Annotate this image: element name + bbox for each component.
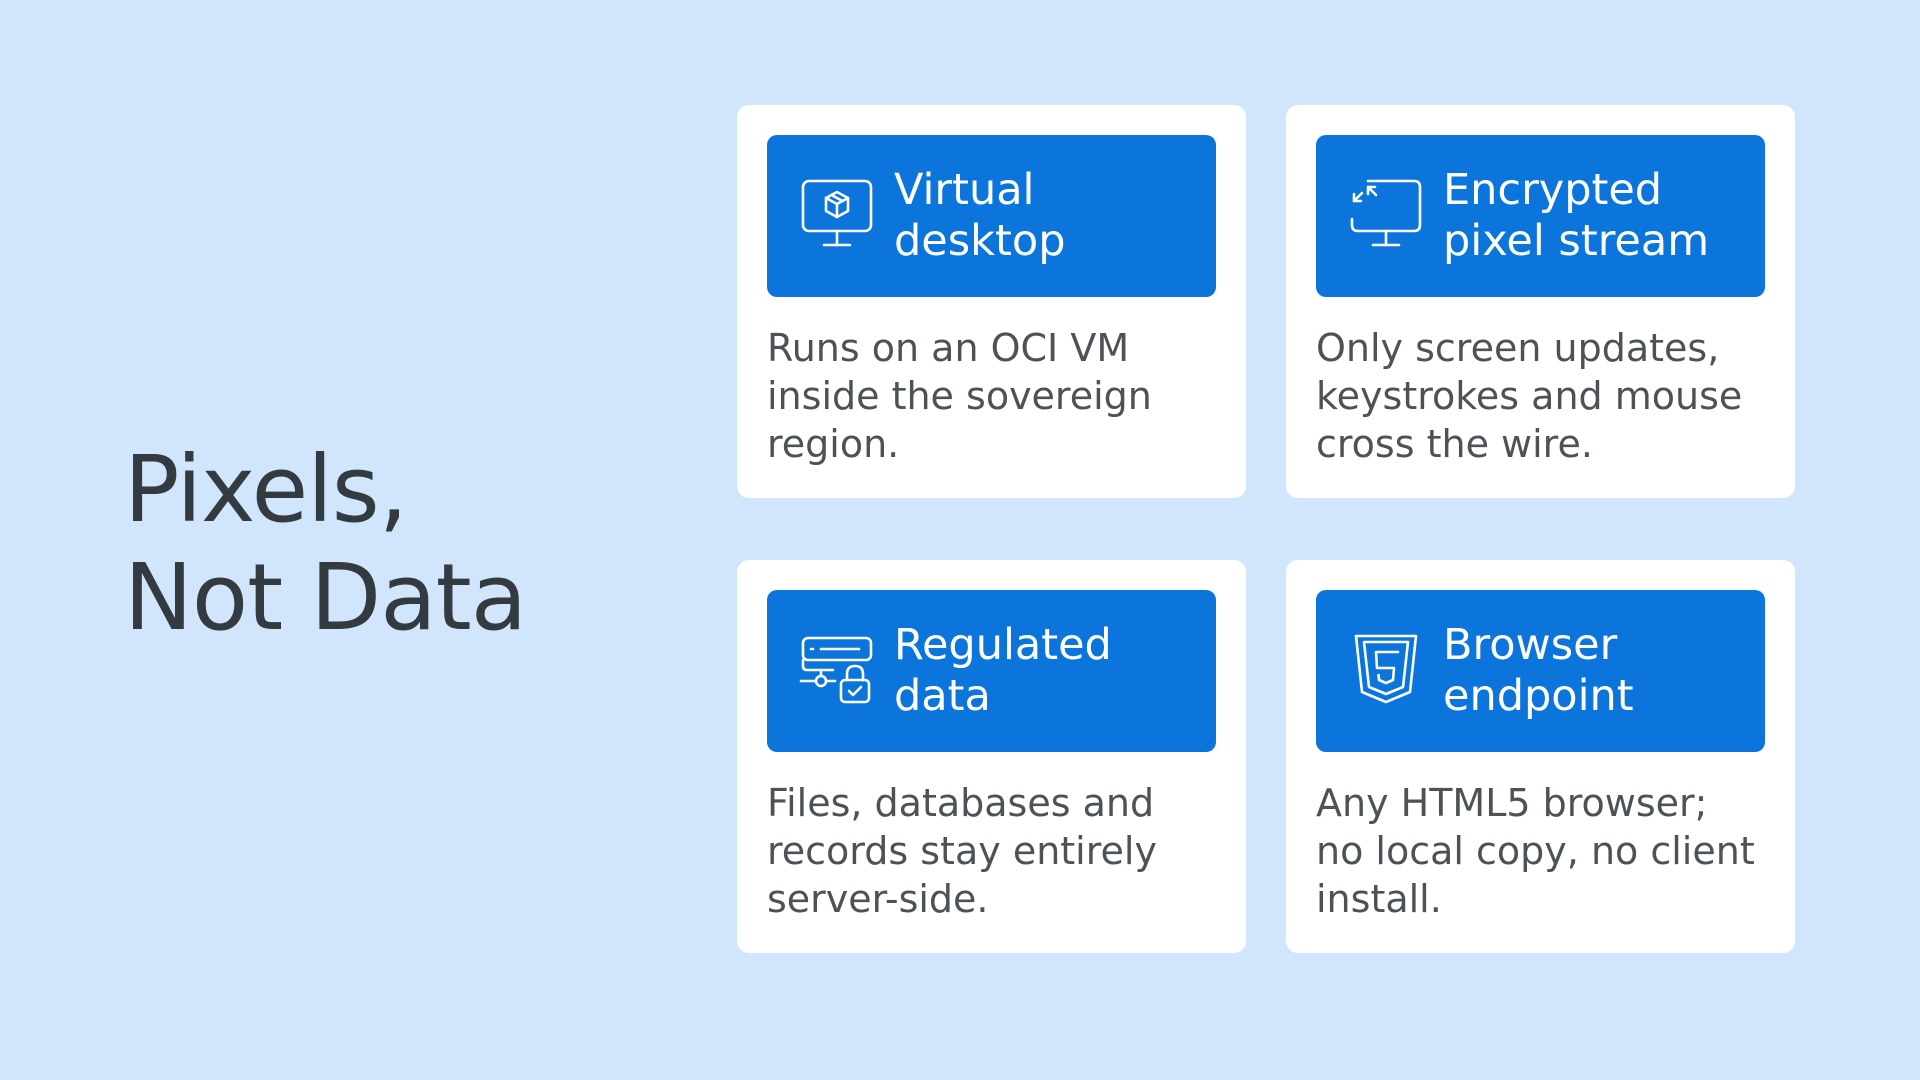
html5-shield-icon xyxy=(1346,630,1426,710)
card-description: Only screen updates, keystrokes and mous… xyxy=(1316,324,1776,468)
card-description-line: Runs on an OCI VM xyxy=(767,326,1130,370)
card-title: Regulated data xyxy=(894,620,1204,722)
card-title: Encrypted pixel stream xyxy=(1443,165,1753,267)
card-header: Browser endpoint xyxy=(1316,590,1765,752)
card-browser-endpoint: Browser endpoint Any HTML5 browser; no l… xyxy=(1286,560,1795,953)
card-header: Encrypted pixel stream xyxy=(1316,135,1765,297)
slide-title-line-1: Pixels, xyxy=(124,436,408,543)
server-lock-icon xyxy=(797,630,877,710)
card-description-line: inside the sovereign xyxy=(767,374,1152,418)
card-title-line: Encrypted xyxy=(1443,165,1663,215)
card-description-line: Any HTML5 browser; xyxy=(1316,781,1708,825)
card-description-line: server-side. xyxy=(767,877,989,921)
slide-title: Pixels, Not Data xyxy=(124,436,527,652)
card-header: Regulated data xyxy=(767,590,1216,752)
card-title-line: data xyxy=(894,671,991,721)
card-description-line: install. xyxy=(1316,877,1442,921)
card-description-line: Only screen updates, xyxy=(1316,326,1720,370)
card-description-line: Files, databases and xyxy=(767,781,1155,825)
card-description-line: no local copy, no client xyxy=(1316,829,1755,873)
card-description-line: keystrokes and mouse xyxy=(1316,374,1743,418)
card-title-line: endpoint xyxy=(1443,671,1634,721)
card-description: Files, databases and records stay entire… xyxy=(767,779,1227,923)
card-description: Any HTML5 browser; no local copy, no cli… xyxy=(1316,779,1776,923)
card-regulated-data: Regulated data Files, databases and reco… xyxy=(737,560,1246,953)
card-title-line: desktop xyxy=(894,216,1066,266)
card-title-line: Browser xyxy=(1443,620,1618,670)
card-description-line: records stay entirely xyxy=(767,829,1157,873)
card-title-line: Regulated xyxy=(894,620,1112,670)
card-description-line: cross the wire. xyxy=(1316,422,1593,466)
monitor-arrows-icon xyxy=(1346,175,1426,255)
card-title-line: Virtual xyxy=(894,165,1035,215)
card-title-line: pixel stream xyxy=(1443,216,1710,266)
card-header: Virtual desktop xyxy=(767,135,1216,297)
card-title: Browser endpoint xyxy=(1443,620,1753,722)
card-virtual-desktop: Virtual desktop Runs on an OCI VM inside… xyxy=(737,105,1246,498)
card-title: Virtual desktop xyxy=(894,165,1204,267)
card-description: Runs on an OCI VM inside the sovereign r… xyxy=(767,324,1227,468)
card-encrypted-pixel-stream: Encrypted pixel stream Only screen updat… xyxy=(1286,105,1795,498)
monitor-cube-icon xyxy=(797,175,877,255)
slide-title-line-2: Not Data xyxy=(124,544,527,651)
card-description-line: region. xyxy=(767,422,900,466)
